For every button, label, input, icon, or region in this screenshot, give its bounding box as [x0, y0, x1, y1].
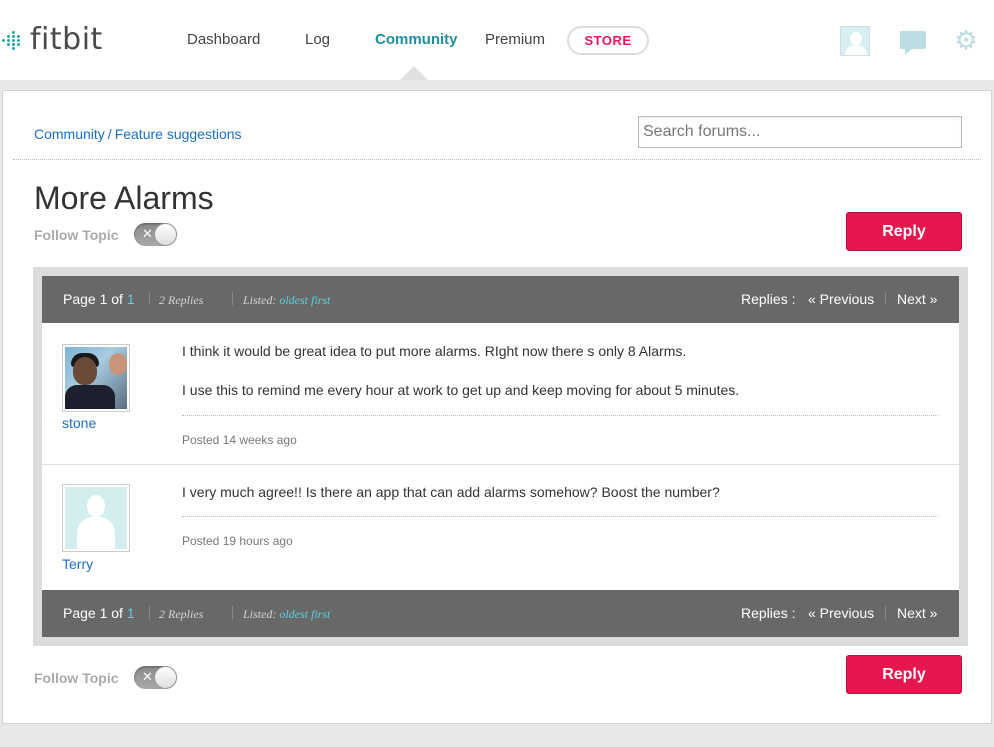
reply-button-top[interactable]: Reply	[846, 212, 962, 251]
post-text-line: I very much agree!! Is there an app that…	[182, 484, 720, 500]
forum-panel: Community/Feature suggestions More Alarm…	[2, 90, 992, 724]
toggle-off-icon: ✕	[142, 226, 153, 241]
reply-button-bottom[interactable]: Reply	[846, 655, 962, 694]
post-divider	[182, 516, 938, 517]
breadcrumb-feature-suggestions-link[interactable]: Feature suggestions	[115, 126, 242, 142]
breadcrumb-community-link[interactable]: Community	[34, 126, 105, 142]
user-profile-icon[interactable]	[840, 26, 870, 56]
nav-community[interactable]: Community	[375, 31, 458, 48]
post-timestamp: Posted 19 hours ago	[182, 534, 293, 548]
page-number-link[interactable]: 1	[127, 291, 135, 307]
nav-premium[interactable]: Premium	[485, 31, 545, 48]
post-divider	[182, 415, 938, 416]
top-navigation: fitbit Dashboard Log Community Premium S…	[0, 0, 994, 80]
follow-topic-label-bottom: Follow Topic	[34, 670, 119, 686]
toggle-knob	[154, 223, 177, 246]
replies-count: 2 Replies	[159, 607, 204, 621]
post-text-line: I think it would be great idea to put mo…	[182, 343, 687, 359]
logo-text: fitbit	[30, 22, 103, 57]
post-username[interactable]: stone	[62, 415, 96, 431]
settings-gear-icon[interactable]: ⚙	[954, 27, 978, 53]
follow-topic-toggle-bottom[interactable]: ✕	[134, 666, 177, 689]
nav-dashboard[interactable]: Dashboard	[187, 31, 260, 48]
listed-order-link[interactable]: oldest first	[279, 607, 330, 621]
nav-log[interactable]: Log	[305, 31, 330, 48]
follow-topic-label: Follow Topic	[34, 227, 119, 243]
search-forums-input[interactable]	[638, 116, 962, 148]
thread-container: Page 1 of 1 2 Replies Listed: oldest fir…	[33, 267, 968, 646]
breadcrumb-separator: /	[107, 126, 112, 142]
post-item: Terry I very much agree!! Is there an ap…	[42, 464, 959, 590]
post-timestamp: Posted 14 weeks ago	[182, 433, 297, 447]
breadcrumb: Community / Feature suggestions	[34, 126, 242, 142]
post-text-line: I use this to remind me every hour at wo…	[182, 382, 740, 398]
toggle-off-icon: ✕	[142, 669, 153, 684]
next-page-link[interactable]: Next »	[897, 291, 937, 307]
active-nav-caret	[400, 66, 428, 80]
avatar[interactable]	[62, 484, 130, 552]
replies-nav-label: Replies :	[741, 291, 796, 307]
page-number-link[interactable]: 1	[127, 605, 135, 621]
follow-topic-toggle[interactable]: ✕	[134, 223, 177, 246]
fitbit-logo[interactable]: fitbit	[2, 22, 103, 57]
messages-icon[interactable]	[900, 31, 926, 55]
listed-order: Listed: oldest first	[243, 293, 331, 307]
pagination-bar-top: Page 1 of 1 2 Replies Listed: oldest fir…	[42, 276, 959, 323]
post-item: stone I think it would be great idea to …	[42, 323, 959, 464]
previous-page-link[interactable]: « Previous	[808, 605, 874, 621]
listed-order: Listed: oldest first	[243, 607, 331, 621]
pagination-bar-bottom: Page 1 of 1 2 Replies Listed: oldest fir…	[42, 590, 959, 637]
topic-title: More Alarms	[34, 180, 214, 216]
toggle-knob	[154, 666, 177, 689]
replies-count: 2 Replies	[159, 293, 204, 307]
next-page-link[interactable]: Next »	[897, 605, 937, 621]
header-divider	[13, 159, 981, 160]
page-indicator: Page 1 of 1	[63, 291, 135, 307]
previous-page-link[interactable]: « Previous	[808, 291, 874, 307]
avatar[interactable]	[62, 344, 130, 412]
thread: Page 1 of 1 2 Replies Listed: oldest fir…	[42, 276, 959, 637]
page-indicator: Page 1 of 1	[63, 605, 135, 621]
post-username[interactable]: Terry	[62, 556, 93, 572]
listed-order-link[interactable]: oldest first	[279, 293, 330, 307]
store-button[interactable]: STORE	[567, 26, 649, 55]
fitbit-dots-icon	[2, 29, 24, 51]
user-photo	[65, 347, 127, 409]
default-avatar-icon	[65, 487, 127, 549]
replies-nav-label: Replies :	[741, 605, 796, 621]
